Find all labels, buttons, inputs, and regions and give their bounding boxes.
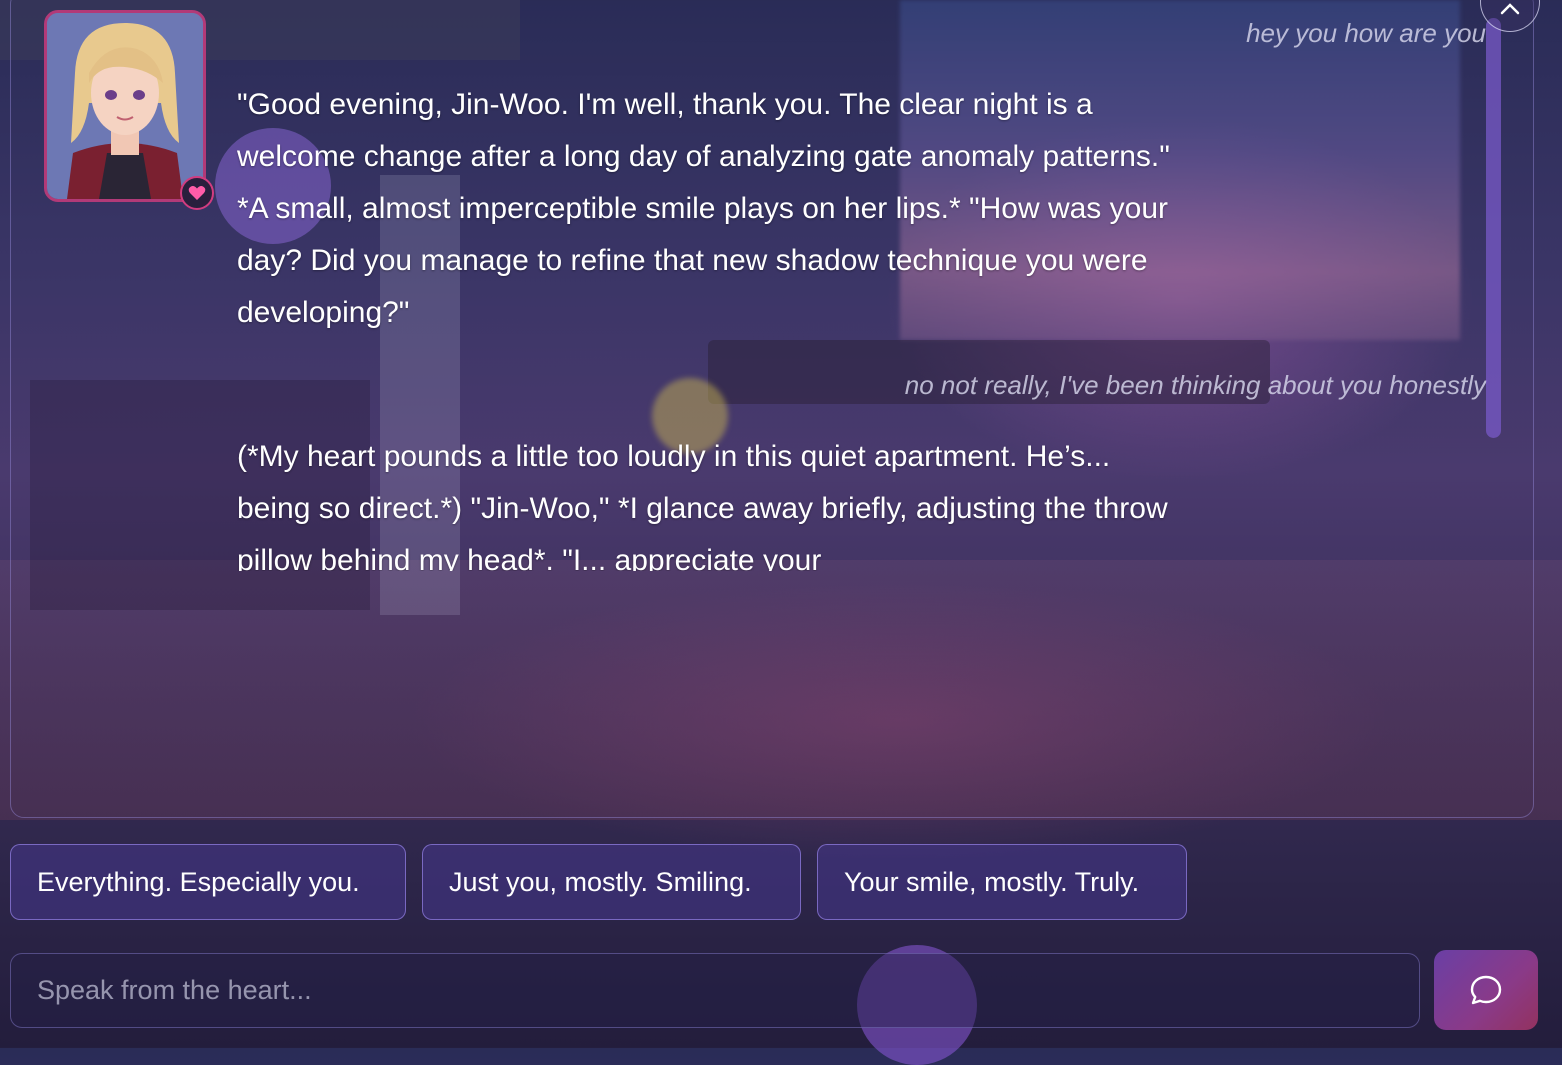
suggestion-chip[interactable]: Your smile, mostly. Truly. (817, 844, 1187, 920)
assistant-message: (*My heart pounds a little too loudly in… (237, 440, 1168, 571)
assistant-message: "Good evening, Jin-Woo. I'm well, thank … (237, 88, 1170, 329)
user-message: no not really, I've been thinking about … (904, 370, 1486, 400)
suggestion-chip[interactable]: Everything. Especially you. (10, 844, 406, 920)
user-message: hey you how are you (1246, 18, 1486, 48)
character-portrait (44, 10, 206, 202)
heart-icon (180, 176, 214, 210)
character-avatar[interactable] (44, 10, 214, 210)
send-button[interactable] (1434, 950, 1538, 1030)
close-icon (1500, 3, 1520, 15)
suggestion-chip[interactable]: Just you, mostly. Smiling. (422, 844, 801, 920)
message-input[interactable] (10, 953, 1420, 1028)
chat-scrollbar[interactable] (1486, 18, 1501, 438)
character-portrait-art (47, 13, 203, 199)
chat-bubble-icon (1470, 975, 1502, 1005)
